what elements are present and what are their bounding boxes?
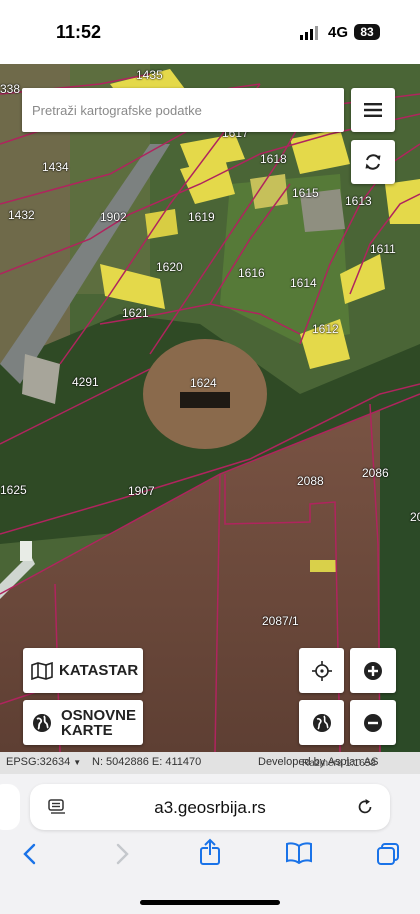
menu-button[interactable] xyxy=(351,88,395,132)
katastar-label: KATASTAR xyxy=(59,662,139,679)
scale-readout: Razmera 1:1658 xyxy=(302,758,376,769)
parcel-label: 338 xyxy=(0,82,21,96)
url-text: a3.geosrbija.rs xyxy=(154,798,266,817)
locate-icon xyxy=(311,660,332,681)
parcel-label: 1611 xyxy=(370,242,396,256)
parcel-label: 1614 xyxy=(290,276,317,290)
parcel-label: 1616 xyxy=(238,266,265,280)
bookmarks-icon[interactable] xyxy=(285,842,313,864)
search-box xyxy=(22,88,344,132)
parcel-label: 1620 xyxy=(156,260,183,274)
parcel-label: 1618 xyxy=(260,152,287,166)
parcel-label: 1434 xyxy=(42,160,69,174)
map-footer: EPSG:32634 ▼ N: 5042886 E: 411470 Develo… xyxy=(0,752,420,774)
parcel-label: 2086 xyxy=(362,466,389,480)
parcel-label: 1907 xyxy=(128,484,155,498)
home-indicator xyxy=(140,900,280,905)
status-time: 11:52 xyxy=(56,22,102,42)
parcel-label: 2087/1 xyxy=(262,614,299,628)
epsg-label: EPSG:32634 xyxy=(6,756,71,768)
zoom-out-icon xyxy=(364,713,382,732)
parcel-label: 2088 xyxy=(297,474,324,488)
projection-select[interactable]: EPSG:32634 ▼ xyxy=(6,756,81,768)
parcel-label: 1902 xyxy=(100,210,127,224)
parcel-label: 1625 xyxy=(0,483,27,497)
parcel-label: 4291 xyxy=(72,375,99,389)
parcel-label: 1435 xyxy=(136,68,163,82)
base-maps-label-line2: KARTE xyxy=(61,721,113,739)
search-input[interactable] xyxy=(22,88,342,132)
signal-icon xyxy=(300,26,322,45)
locate-button[interactable] xyxy=(299,648,344,693)
status-bar: 11:52 4G 83 xyxy=(0,0,420,64)
katastar-button[interactable]: KATASTAR xyxy=(23,648,143,693)
base-maps-button[interactable]: OSNOVNE KARTE xyxy=(23,700,143,745)
globe-button[interactable] xyxy=(299,700,344,745)
parcel-label: 1432 xyxy=(8,208,35,222)
share-icon[interactable] xyxy=(199,838,221,866)
menu-icon xyxy=(364,103,382,117)
refresh-icon xyxy=(365,154,381,170)
map-icon xyxy=(31,661,53,680)
forward-icon xyxy=(116,843,129,865)
battery-indicator: 83 xyxy=(354,24,380,40)
tabs-icon[interactable] xyxy=(376,842,400,866)
parcel-label: 208 xyxy=(410,510,420,524)
address-bar[interactable]: a3.geosrbija.rs xyxy=(30,784,390,830)
chevron-down-icon: ▼ xyxy=(73,758,82,767)
back-icon[interactable] xyxy=(22,842,38,866)
parcel-label: 1621 xyxy=(122,306,149,320)
zoom-in-icon xyxy=(364,661,382,680)
globe-icon xyxy=(312,713,331,732)
refresh-button[interactable] xyxy=(351,140,395,184)
base-maps-label-line1: OSNOVNE xyxy=(61,706,137,724)
network-type: 4G xyxy=(328,24,349,41)
browser-chrome: a3.geosrbija.rs xyxy=(0,774,420,914)
globe-layers-icon xyxy=(33,713,51,732)
zoom-out-button[interactable] xyxy=(350,700,396,745)
parcel-label: 1619 xyxy=(188,210,215,224)
zoom-in-button[interactable] xyxy=(350,648,396,693)
reload-icon[interactable] xyxy=(356,798,374,816)
previous-tab-peek[interactable] xyxy=(0,784,20,830)
parcel-label: 1615 xyxy=(292,186,319,200)
parcel-label: 1624 xyxy=(190,376,217,390)
coordinates-readout: N: 5042886 E: 411470 xyxy=(92,756,202,768)
parcel-label: 1612 xyxy=(312,322,339,336)
parcel-label: 1613 xyxy=(345,194,372,208)
